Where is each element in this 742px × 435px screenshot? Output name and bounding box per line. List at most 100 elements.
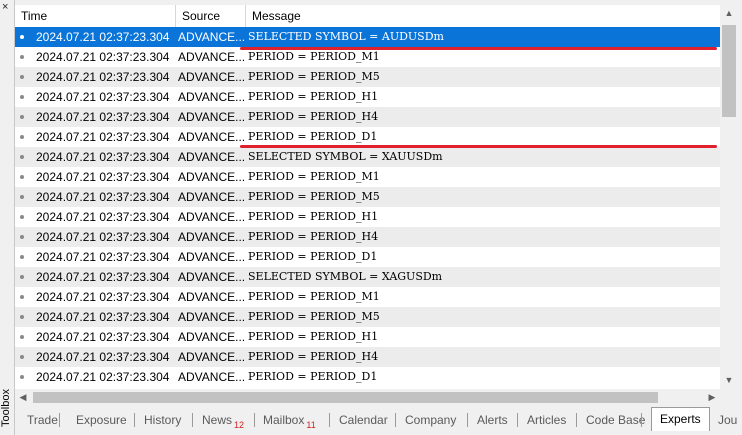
- log-entry-dot-icon: [20, 235, 24, 239]
- table-row[interactable]: 2024.07.21 02:37:23.304 ADVANCE... PERIOD …: [15, 227, 720, 247]
- vertical-scroll-thumb[interactable]: [722, 25, 736, 117]
- horizontal-scrollbar[interactable]: ◀ ▶: [15, 389, 720, 406]
- cell-source: ADVANCE...: [178, 70, 246, 84]
- cell-message: PERIOD = PERIOD_M1: [248, 290, 380, 303]
- tab-separator: [59, 413, 60, 427]
- table-row[interactable]: 2024.07.21 02:37:23.304 ADVANCE... PERIOD …: [15, 107, 720, 127]
- table-row[interactable]: 2024.07.21 02:37:23.304 ADVANCE... PERIOD …: [15, 347, 720, 367]
- cell-source: ADVANCE...: [178, 50, 246, 64]
- tab-news[interactable]: News 12: [202, 409, 244, 431]
- table-row[interactable]: 2024.07.21 02:37:23.304 ADVANCE... PERIOD …: [15, 287, 720, 307]
- cell-message: PERIOD = PERIOD_H4: [248, 110, 379, 123]
- table-row[interactable]: 2024.07.21 02:37:23.304 ADVANCE... PERIOD …: [15, 87, 720, 107]
- scroll-right-arrow-icon[interactable]: ▶: [704, 389, 720, 406]
- tab-code-base[interactable]: Code Base: [586, 409, 645, 431]
- tab-separator: [517, 413, 518, 427]
- cell-source: ADVANCE...: [178, 310, 246, 324]
- scroll-down-arrow-icon[interactable]: ▼: [720, 372, 738, 389]
- tab-label: History: [144, 413, 182, 427]
- column-header-message[interactable]: Message: [246, 5, 720, 27]
- table-row[interactable]: 2024.07.21 02:37:23.304 ADVANCE... PERIOD …: [15, 167, 720, 187]
- tab-trade[interactable]: Trade: [27, 409, 58, 431]
- tab-alerts[interactable]: Alerts: [477, 409, 508, 431]
- cell-time: 2024.07.21 02:37:23.304: [36, 190, 170, 204]
- table-row[interactable]: 2024.07.21 02:37:23.304 ADVANCE... PERIOD …: [15, 247, 720, 267]
- cell-message: PERIOD = PERIOD_H1: [248, 210, 379, 223]
- cell-source: ADVANCE...: [178, 250, 246, 264]
- cell-time: 2024.07.21 02:37:23.304: [36, 350, 170, 364]
- tab-mailbox[interactable]: Mailbox 11: [263, 409, 316, 431]
- cell-time: 2024.07.21 02:37:23.304: [36, 50, 170, 64]
- vertical-scrollbar[interactable]: ▲ ▼: [720, 5, 738, 389]
- table-row[interactable]: 2024.07.21 02:37:23.304 ADVANCE... PERIOD …: [15, 47, 720, 67]
- cell-time: 2024.07.21 02:37:23.304: [36, 370, 170, 384]
- cell-message: SELECTED SYMBOL = XAUUSDm: [248, 150, 443, 163]
- log-entry-dot-icon: [20, 95, 24, 99]
- tab-separator: [329, 413, 330, 427]
- cell-source: ADVANCE...: [178, 330, 246, 344]
- table-row[interactable]: 2024.07.21 02:37:23.304 ADVANCE... SELECTE…: [15, 267, 720, 287]
- tab-bar: Trade Exposure History News 12 Mailbox 11 Calen…: [15, 407, 742, 435]
- log-entry-dot-icon: [20, 135, 24, 139]
- cell-message: SELECTED SYMBOL = AUDUSDm: [248, 30, 444, 43]
- cell-message: PERIOD = PERIOD_M5: [248, 190, 380, 203]
- horizontal-scroll-thumb[interactable]: [33, 392, 658, 403]
- tab-label: Company: [405, 413, 457, 427]
- table-row[interactable]: 2024.07.21 02:37:23.304 ADVANCE... PERIOD …: [15, 127, 720, 147]
- tab-label: Trade: [27, 413, 58, 427]
- table-row[interactable]: 2024.07.21 02:37:23.304 ADVANCE... PERIOD …: [15, 327, 720, 347]
- cell-time: 2024.07.21 02:37:23.304: [36, 290, 170, 304]
- table-row[interactable]: 2024.07.21 02:37:23.304 ADVANCE... PERIOD …: [15, 187, 720, 207]
- toolbox-label: Toolbox: [0, 389, 12, 427]
- tab-company[interactable]: Company: [405, 409, 456, 431]
- scroll-up-arrow-icon[interactable]: ▲: [720, 5, 738, 22]
- tab-jou[interactable]: Jou: [718, 409, 737, 431]
- cell-time: 2024.07.21 02:37:23.304: [36, 230, 170, 244]
- table-row[interactable]: 2024.07.21 02:37:23.304 ADVANCE... SELECTE…: [15, 147, 720, 167]
- log-entry-dot-icon: [20, 295, 24, 299]
- log-entry-dot-icon: [20, 75, 24, 79]
- table-row[interactable]: 2024.07.21 02:37:23.304 ADVANCE... PERIOD …: [15, 367, 720, 387]
- cell-source: ADVANCE...: [178, 190, 246, 204]
- column-header-source[interactable]: Source: [176, 5, 246, 27]
- scroll-left-arrow-icon[interactable]: ◀: [15, 389, 31, 406]
- cell-time: 2024.07.21 02:37:23.304: [36, 330, 170, 344]
- cell-source: ADVANCE...: [178, 170, 246, 184]
- log-entry-dot-icon: [20, 115, 24, 119]
- log-entry-dot-icon: [20, 375, 24, 379]
- tab-history[interactable]: History: [144, 409, 181, 431]
- tab-label: News: [202, 413, 233, 427]
- cell-message: PERIOD = PERIOD_M1: [248, 50, 380, 63]
- close-icon[interactable]: ×: [2, 2, 8, 13]
- table-row[interactable]: 2024.07.21 02:37:23.304 ADVANCE... PERIOD …: [15, 307, 720, 327]
- cell-source: ADVANCE...: [178, 370, 246, 384]
- tab-label: Exposure: [76, 413, 127, 427]
- table-row[interactable]: 2024.07.21 02:37:23.304 ADVANCE... SELECTE…: [15, 27, 720, 47]
- tab-separator: [467, 413, 468, 427]
- cell-time: 2024.07.21 02:37:23.304: [36, 310, 170, 324]
- tab-experts[interactable]: Experts: [651, 407, 710, 431]
- tab-articles[interactable]: Articles: [527, 409, 566, 431]
- cell-time: 2024.07.21 02:37:23.304: [36, 170, 170, 184]
- log-entry-dot-icon: [20, 355, 24, 359]
- cell-message: PERIOD = PERIOD_H1: [248, 330, 379, 343]
- tab-exposure[interactable]: Exposure: [76, 409, 127, 431]
- tab-label: Code Base: [586, 413, 646, 427]
- tab-badge: 12: [234, 420, 245, 430]
- experts-log-table: Time Source Message 2024.07.21 02:37:23.…: [15, 5, 720, 389]
- cell-message: PERIOD = PERIOD_M5: [248, 70, 380, 83]
- cell-time: 2024.07.21 02:37:23.304: [36, 210, 170, 224]
- table-row[interactable]: 2024.07.21 02:37:23.304 ADVANCE... PERIOD …: [15, 207, 720, 227]
- red-underline-annotation: [240, 145, 717, 148]
- tab-label: Jou: [718, 413, 738, 427]
- tab-separator: [192, 413, 193, 427]
- tab-label: Experts: [660, 412, 701, 426]
- cell-source: ADVANCE...: [178, 350, 246, 364]
- cell-message: SELECTED SYMBOL = XAGUSDm: [248, 270, 443, 283]
- table-row[interactable]: 2024.07.21 02:37:23.304 ADVANCE... PERIOD …: [15, 67, 720, 87]
- cell-time: 2024.07.21 02:37:23.304: [36, 90, 170, 104]
- tab-calendar[interactable]: Calendar: [339, 409, 388, 431]
- log-entry-dot-icon: [20, 255, 24, 259]
- cell-source: ADVANCE...: [178, 130, 246, 144]
- column-header-time[interactable]: Time: [15, 5, 176, 27]
